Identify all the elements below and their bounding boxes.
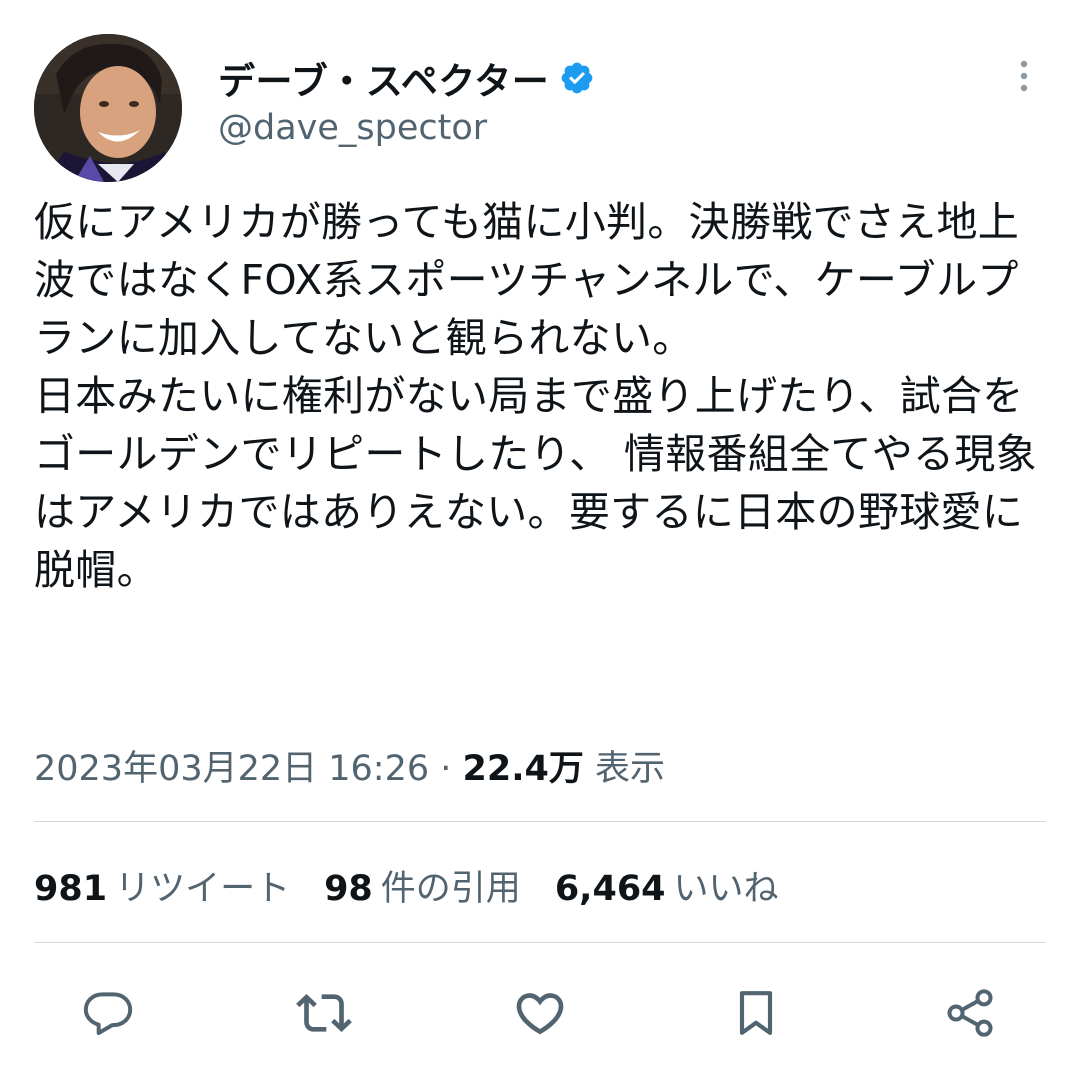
quotes-stat[interactable]: 98 件の引用 <box>324 860 521 911</box>
avatar-image <box>34 34 182 182</box>
likes-label: いいね <box>673 869 779 909</box>
retweet-icon <box>296 994 352 1032</box>
tweet-meta: 2023年03月22日 16:26 · 22.4万 表示 <box>34 740 665 791</box>
engagement-stats: 981 リツイート 98 件の引用 6,464 いいね <box>34 860 779 911</box>
retweets-label: リツイート <box>115 869 291 909</box>
likes-count: 6,464 <box>554 869 666 909</box>
divider <box>34 821 1046 822</box>
reply-button[interactable] <box>80 985 136 1041</box>
like-button[interactable] <box>512 985 568 1041</box>
author-handle[interactable]: @dave_spector <box>218 108 487 148</box>
more-vertical-icon[interactable] <box>1004 56 1044 96</box>
quotes-label: 件の引用 <box>380 869 521 909</box>
views-count: 22.4万 <box>462 749 584 789</box>
divider <box>34 942 1046 943</box>
bookmark-icon <box>739 991 773 1035</box>
display-name[interactable]: デーブ・スペクター <box>218 51 549 105</box>
retweets-count: 981 <box>34 869 108 909</box>
retweet-button[interactable] <box>296 985 352 1041</box>
heart-icon <box>516 993 564 1035</box>
retweets-stat[interactable]: 981 リツイート <box>34 860 290 911</box>
share-button[interactable] <box>942 985 998 1041</box>
quotes-count: 98 <box>324 869 373 909</box>
avatar[interactable] <box>34 34 182 182</box>
tweet-text: 仮にアメリカが勝っても猫に小判。決勝戦でさえ地上波ではなくFOX系スポーツチャン… <box>34 198 1037 594</box>
verified-badge-icon <box>559 60 595 96</box>
share-icon <box>947 989 993 1037</box>
timestamp[interactable]: 2023年03月22日 16:26 <box>34 749 429 789</box>
meta-separator: · <box>429 749 463 789</box>
likes-stat[interactable]: 6,464 いいね <box>555 860 779 911</box>
bookmark-button[interactable] <box>728 985 784 1041</box>
author-name-row[interactable]: デーブ・スペクター <box>218 50 595 106</box>
views-label: 表示 <box>595 749 666 789</box>
reply-icon <box>83 992 133 1036</box>
